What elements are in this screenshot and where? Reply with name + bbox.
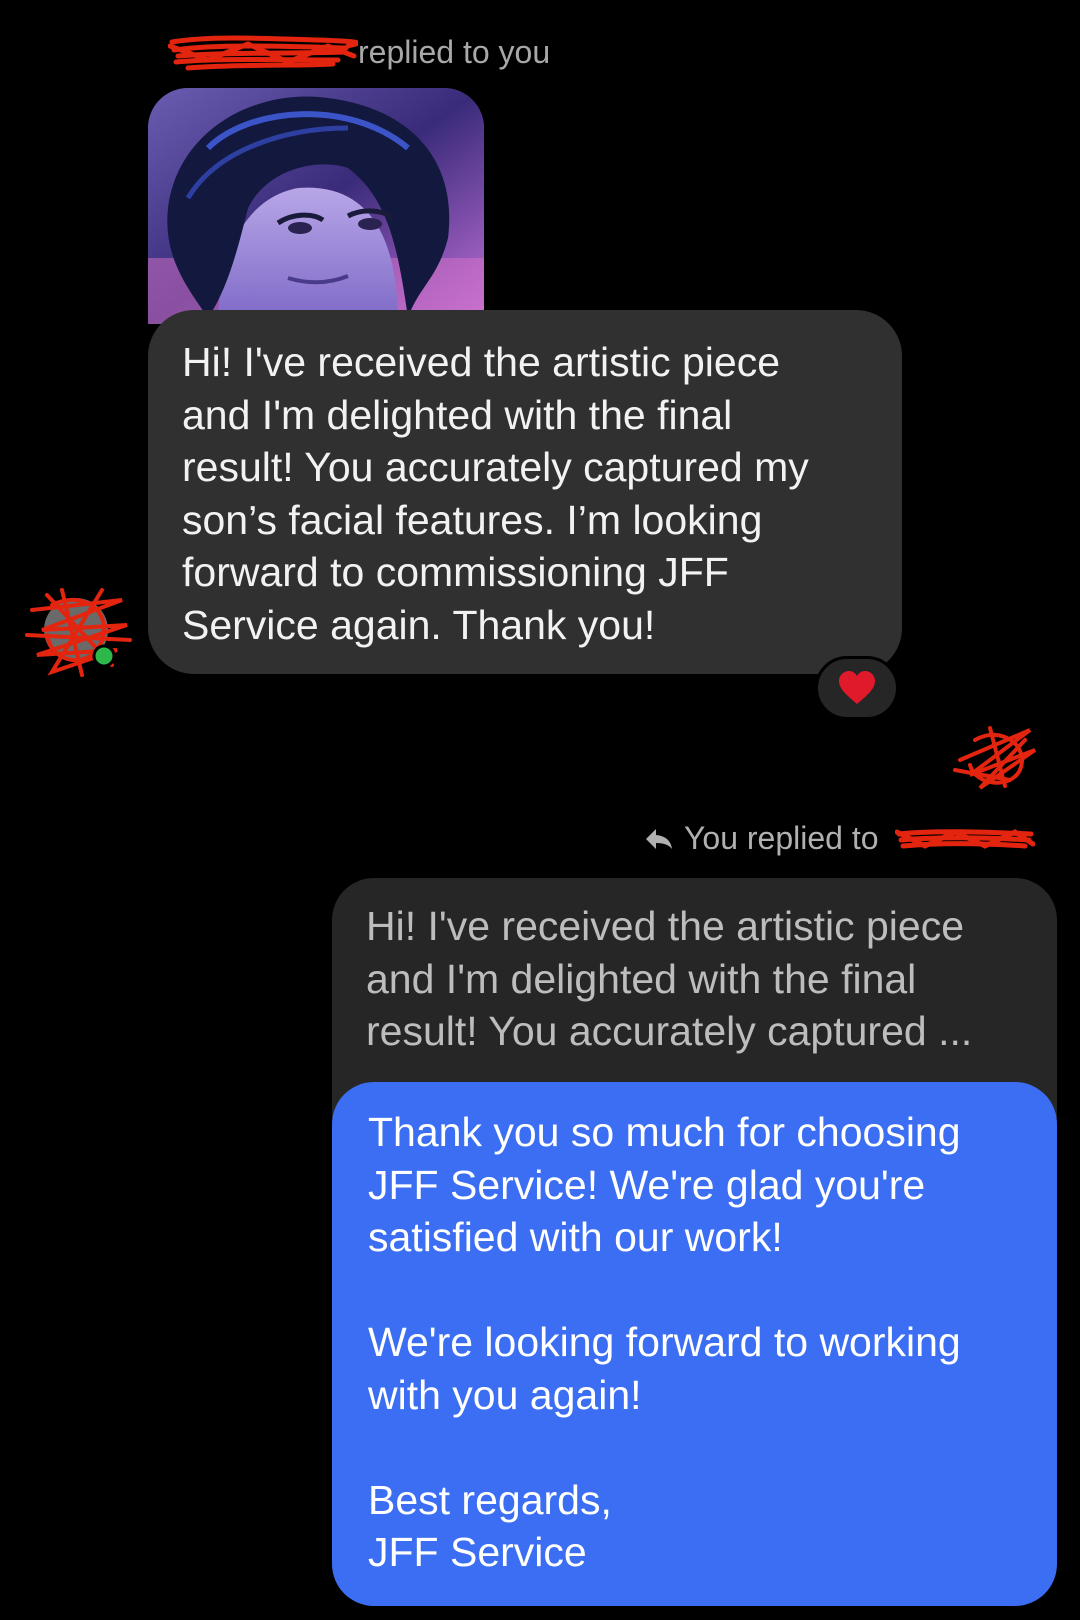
redacted-sender-name (168, 30, 358, 74)
incoming-reply-header: replied to you (168, 30, 550, 74)
outgoing-message-bubble[interactable]: Thank you so much for choosing JFF Servi… (332, 1082, 1057, 1606)
quoted-line: Hi! I've received the artistic piece (366, 903, 965, 949)
reply-arrow-icon (646, 828, 672, 849)
artwork-thumbnail[interactable] (148, 88, 484, 324)
reaction-badge[interactable] (815, 656, 899, 720)
outgoing-reply-header: You replied to (644, 820, 1035, 857)
outgoing-reply-label: You replied to (684, 820, 879, 856)
my-avatar (950, 720, 1040, 792)
incoming-message-bubble[interactable]: Hi! I've received the artistic piece and… (148, 310, 902, 674)
redacted-recipient-name (894, 824, 1035, 854)
sender-avatar[interactable] (22, 580, 134, 680)
quoted-line: result! You accurately captured ... (366, 1008, 973, 1054)
heart-icon (839, 671, 875, 704)
quoted-line: and I'm delighted with the final (366, 955, 917, 1002)
incoming-reply-label: replied to you (358, 33, 551, 70)
